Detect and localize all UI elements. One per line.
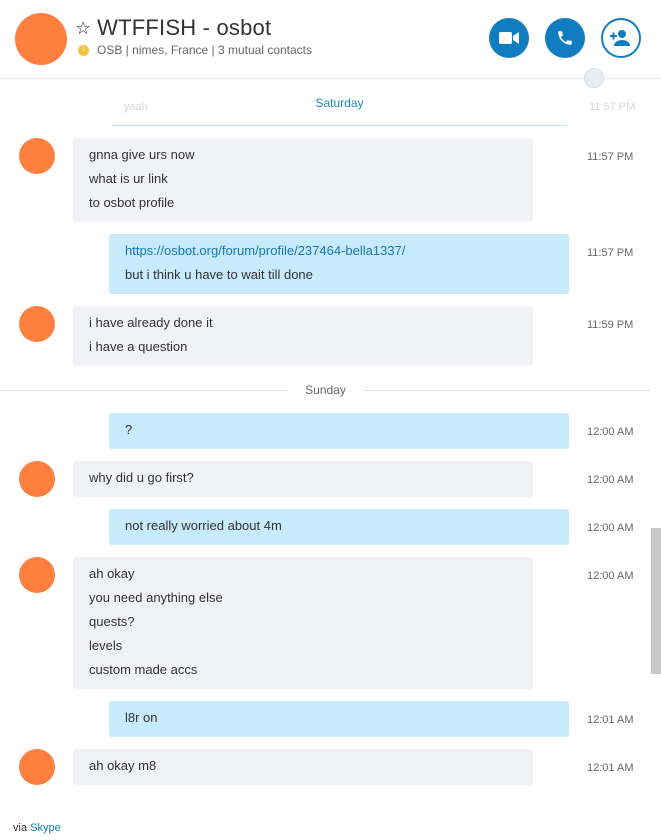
contact-name: WTFFISH - osbot [97, 15, 272, 40]
day-separator-saturday: Saturday [112, 93, 567, 113]
globe-icon [584, 68, 604, 88]
message-timestamp: 11:57 PM [587, 151, 634, 163]
message-line: but i think u have to wait till done [125, 267, 313, 282]
message-timestamp: 12:01 AM [587, 762, 634, 774]
sender-avatar[interactable] [19, 749, 55, 785]
outgoing-message[interactable]: https://osbot.org/forum/profile/237464-b… [109, 234, 569, 294]
divider [0, 389, 288, 391]
separator: | [208, 43, 218, 57]
add-participant-button[interactable] [601, 18, 641, 58]
footer-attribution: via Skype [13, 822, 61, 834]
contact-subtitle: OSB | nimes, France | 3 mutual contacts [78, 43, 312, 57]
day-separator-sunday: Sunday [0, 380, 652, 400]
message-line: ah okay m8 [89, 758, 157, 773]
add-person-icon [610, 30, 630, 46]
message-line: levels [89, 638, 123, 653]
sender-avatar[interactable] [19, 138, 55, 174]
favorite-star-icon[interactable]: ☆ [75, 19, 91, 37]
message-line: why did u go first? [89, 470, 194, 485]
message-line: not really worried about 4m [125, 518, 282, 533]
contact-group: OSB [97, 43, 123, 57]
sender-avatar[interactable] [19, 306, 55, 342]
incoming-message[interactable]: ah okay m8 [73, 749, 533, 785]
message-line: gnna give urs now [89, 147, 195, 162]
message-line: to osbot profile [89, 195, 175, 210]
outgoing-message[interactable]: l8r on [109, 701, 569, 737]
incoming-message[interactable]: i have already done it i have a question [73, 306, 533, 366]
message-timestamp: 12:01 AM [587, 714, 634, 726]
faded-message-time: 11:57 PM [589, 101, 636, 113]
outgoing-message[interactable]: not really worried about 4m [109, 509, 569, 545]
day-label: Sunday [305, 383, 346, 397]
message-line: i have a question [89, 339, 188, 354]
video-camera-icon [499, 32, 519, 44]
contact-avatar[interactable] [15, 13, 67, 65]
title-row: ☆ WTFFISH - osbot [75, 14, 271, 42]
message-timestamp: 11:59 PM [587, 319, 634, 331]
incoming-message[interactable]: ah okay you need anything else quests? l… [73, 557, 533, 689]
divider [363, 389, 652, 391]
message-line: ah okay [89, 566, 135, 581]
incoming-message[interactable]: gnna give urs now what is ur link to osb… [73, 138, 533, 222]
scrollbar-thumb[interactable] [651, 528, 661, 674]
message-line: i have already done it [89, 315, 213, 330]
message-line: custom made accs [89, 662, 198, 677]
message-line: ? [125, 422, 133, 437]
footer-via: via [13, 822, 28, 834]
skype-link[interactable]: Skype [30, 822, 61, 834]
profile-link[interactable]: https://osbot.org/forum/profile/237464-b… [125, 239, 553, 263]
contact-location: nimes, France [132, 43, 209, 57]
mutual-contacts[interactable]: 3 mutual contacts [218, 43, 312, 57]
incoming-message[interactable]: why did u go first? [73, 461, 533, 497]
sender-avatar[interactable] [19, 557, 55, 593]
video-call-button[interactable] [489, 18, 529, 58]
message-timestamp: 12:00 AM [587, 570, 634, 582]
phone-icon [558, 31, 572, 45]
message-line: l8r on [125, 710, 158, 725]
divider [112, 125, 567, 126]
message-timestamp: 12:00 AM [587, 522, 634, 534]
message-line: quests? [89, 614, 135, 629]
message-line: what is ur link [89, 171, 168, 186]
separator: | [122, 43, 133, 57]
day-label: Saturday [315, 96, 364, 110]
message-timestamp: 11:57 PM [587, 247, 634, 259]
clock-icon [78, 44, 89, 56]
message-line: you need anything else [89, 590, 223, 605]
message-timestamp: 12:00 AM [587, 474, 634, 486]
sender-avatar[interactable] [19, 461, 55, 497]
conversation-header: ☆ WTFFISH - osbot OSB | nimes, France | … [0, 0, 661, 79]
message-timestamp: 12:00 AM [587, 426, 634, 438]
outgoing-message[interactable]: ? [109, 413, 569, 449]
audio-call-button[interactable] [545, 18, 585, 58]
